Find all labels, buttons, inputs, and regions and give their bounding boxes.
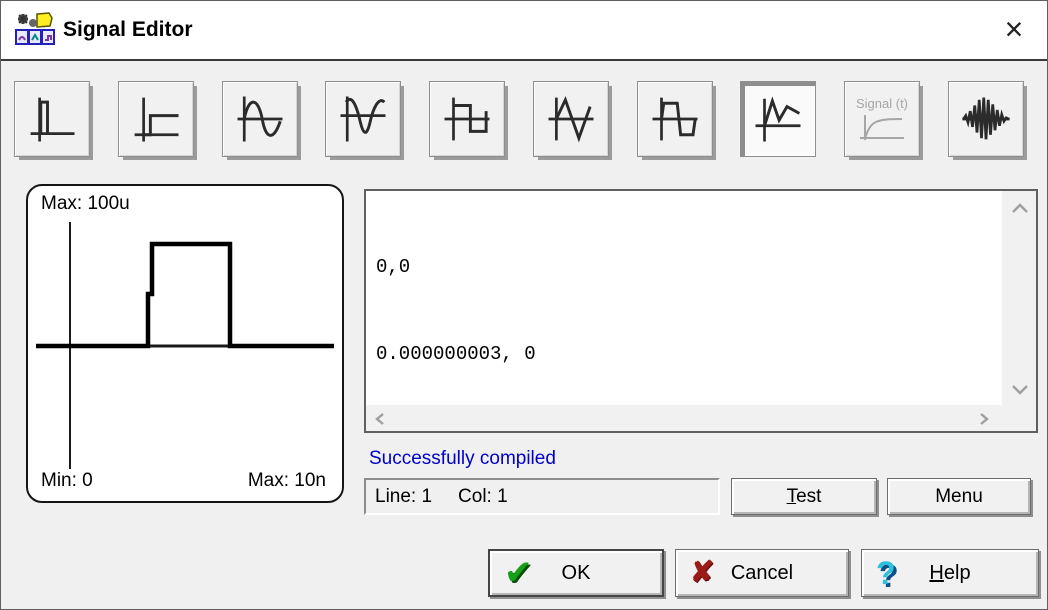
test-button[interactable]: Test xyxy=(731,478,877,515)
preview-ymax-label: Max: 100u xyxy=(41,193,130,215)
toolbar-button-cosine-wave[interactable] xyxy=(325,81,401,157)
help-button[interactable]: ? Help xyxy=(861,549,1039,597)
toolbar-button-trapezoid-wave[interactable] xyxy=(637,81,713,157)
vertical-scrollbar[interactable] xyxy=(1002,191,1036,431)
col-indicator: Col: 1 xyxy=(458,486,508,508)
editor-line: 0,0 xyxy=(376,253,996,282)
scroll-down-icon[interactable] xyxy=(1010,383,1030,395)
piecewise-linear-icon xyxy=(751,92,805,146)
signal-editor-dialog: Signal Editor × xyxy=(0,0,1048,610)
checkmark-icon: ✔ xyxy=(504,556,533,590)
line-col-indicator: Line: 1 Col: 1 xyxy=(364,478,720,515)
editor-line: 0.000000003, 0 xyxy=(376,340,996,369)
pulse-waveform xyxy=(36,244,334,346)
square-wave-icon xyxy=(440,92,494,146)
line-indicator: Line: 1 xyxy=(375,486,432,508)
menu-button[interactable]: Menu xyxy=(887,478,1031,515)
horizontal-scrollbar[interactable] xyxy=(366,405,1002,431)
toolbar-button-burst-wave[interactable] xyxy=(948,81,1024,157)
cosine-wave-icon xyxy=(336,92,390,146)
unit-impulse-icon xyxy=(25,92,79,146)
signal-points-editor[interactable]: 0,0 0.000000003, 0 0.0000000031, 100e-6 … xyxy=(364,189,1038,433)
signal-t-label: Signal (t) xyxy=(856,96,908,111)
signal-preview-plot xyxy=(28,186,342,501)
toolbar-button-signal-t: Signal (t) xyxy=(844,81,920,157)
trapezoid-wave-icon xyxy=(648,92,702,146)
title-bar: Signal Editor × xyxy=(1,1,1047,61)
sine-wave-icon xyxy=(233,92,287,146)
question-mark-icon: ? xyxy=(876,557,896,589)
signal-preview-panel: Max: 100u Min: 0 Max: 10n xyxy=(26,184,344,503)
preview-xmax-label: Max: 10n xyxy=(248,470,326,492)
toolbar-button-unit-impulse[interactable] xyxy=(14,81,90,157)
burst-wave-icon xyxy=(959,92,1013,146)
unit-step-icon xyxy=(129,92,183,146)
close-icon[interactable]: × xyxy=(989,1,1039,57)
toolbar-button-triangle-wave[interactable] xyxy=(533,81,609,157)
ok-button[interactable]: ✔ OK xyxy=(488,549,664,597)
red-cross-icon: ✘ xyxy=(690,559,714,588)
scroll-right-icon[interactable] xyxy=(978,412,990,426)
toolbar-button-unit-step[interactable] xyxy=(118,81,194,157)
preview-ymin-label: Min: 0 xyxy=(41,470,93,492)
triangle-wave-icon xyxy=(544,92,598,146)
scroll-left-icon[interactable] xyxy=(374,412,386,426)
window-title: Signal Editor xyxy=(63,1,193,59)
app-icon xyxy=(15,12,55,48)
toolbar-button-piecewise-linear[interactable] xyxy=(740,81,816,157)
signal-t-icon xyxy=(857,113,907,143)
compile-status-message: Successfully compiled xyxy=(369,448,556,470)
signal-points-text[interactable]: 0,0 0.000000003, 0 0.0000000031, 100e-6 … xyxy=(376,195,996,401)
cancel-button[interactable]: ✘ Cancel xyxy=(675,549,849,597)
toolbar-button-sine-wave[interactable] xyxy=(222,81,298,157)
toolbar-button-square-wave[interactable] xyxy=(429,81,505,157)
scroll-up-icon[interactable] xyxy=(1010,203,1030,215)
